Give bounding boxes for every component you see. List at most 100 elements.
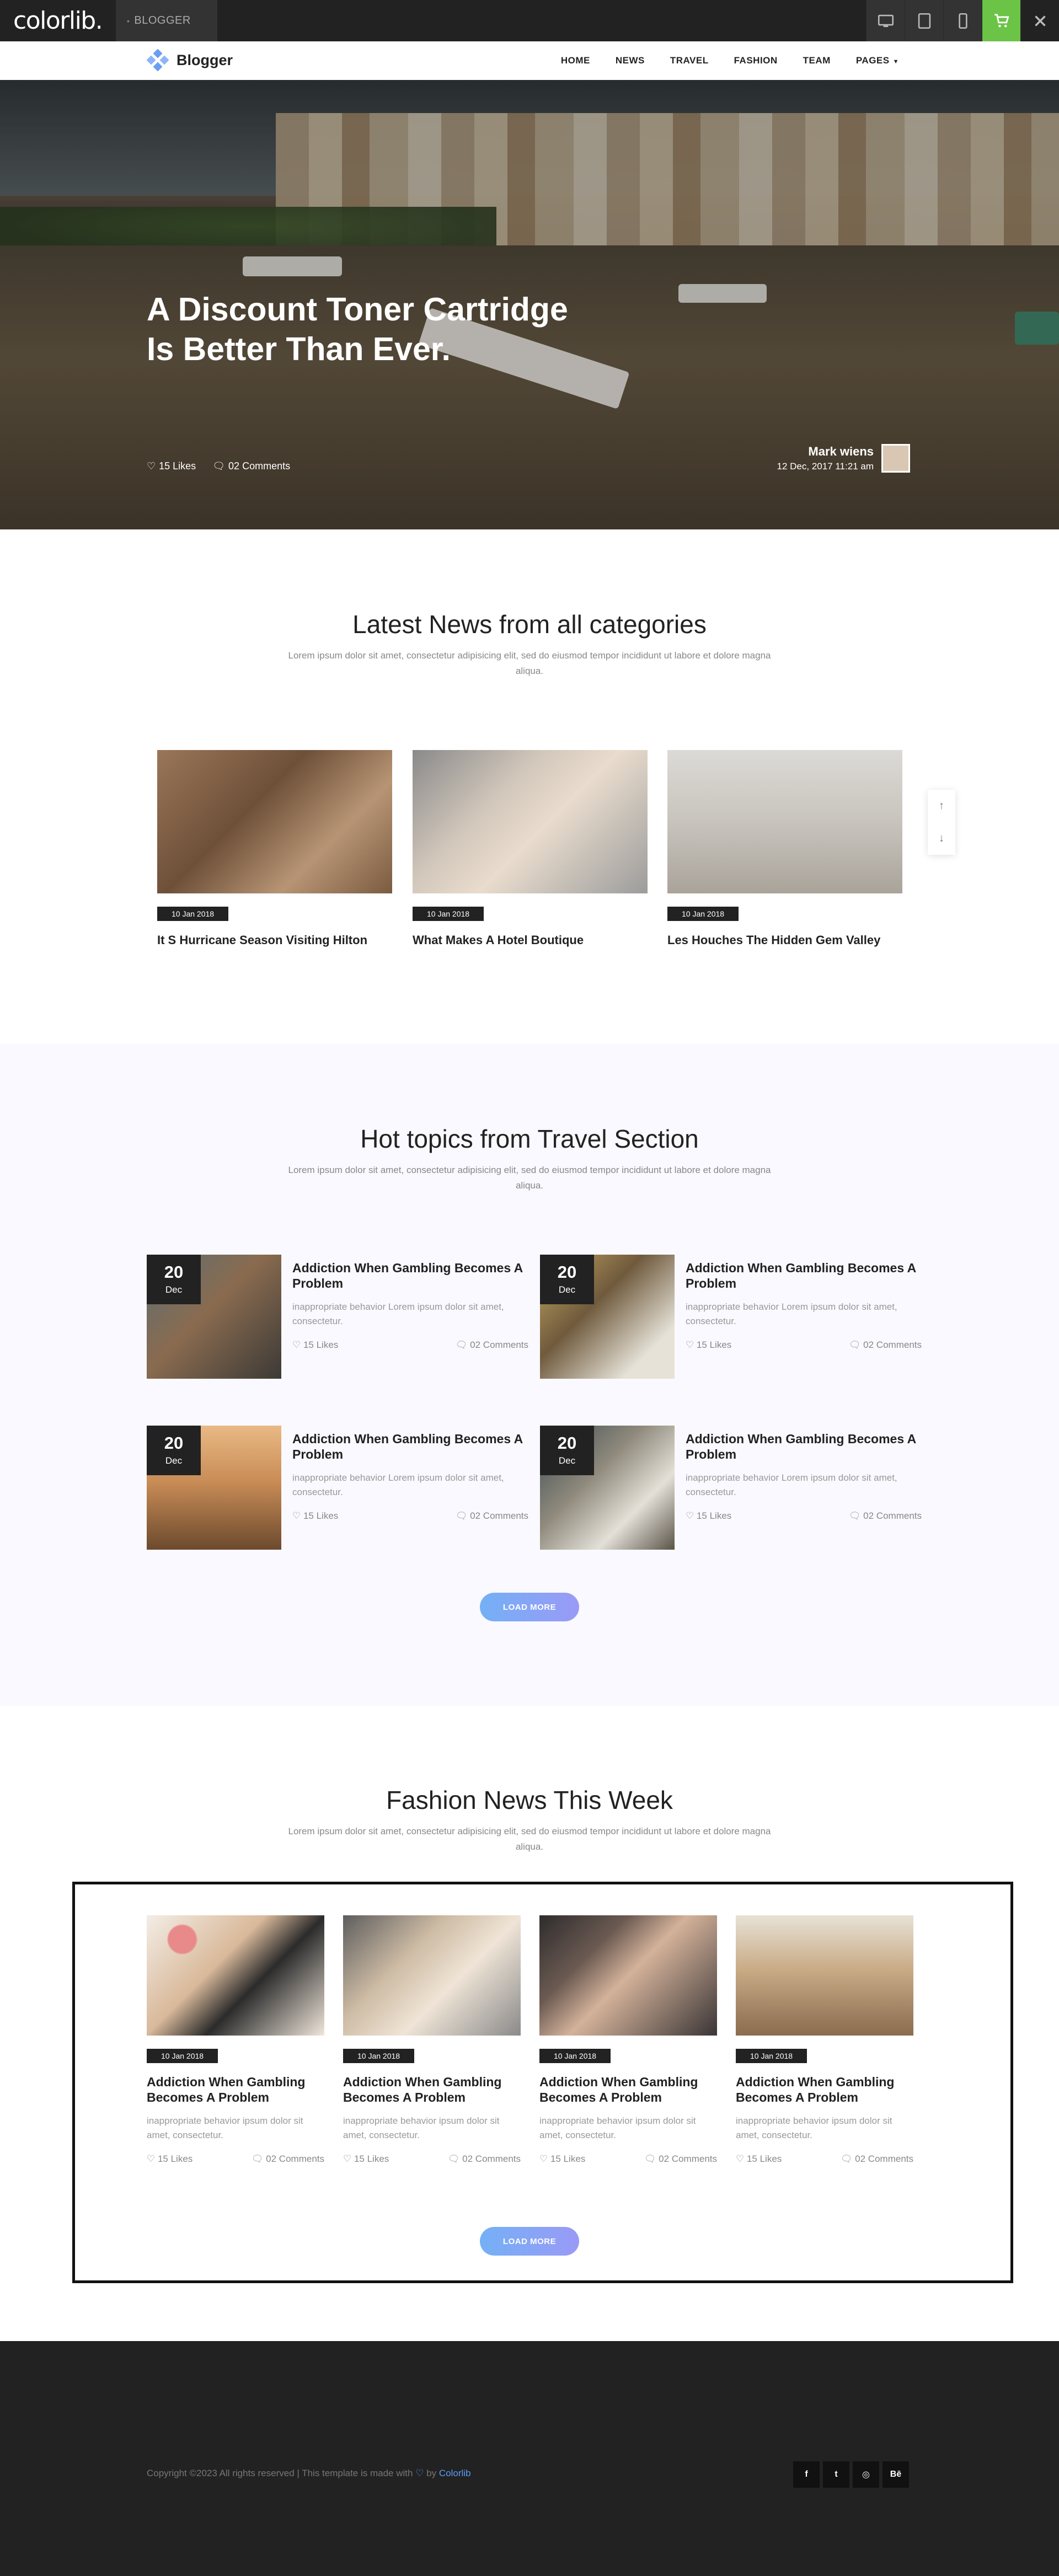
topic-likes[interactable]: ♡ 15 Likes bbox=[292, 1511, 338, 1522]
close-preview-button[interactable] bbox=[1020, 0, 1059, 41]
colorlib-link[interactable]: Colorlib bbox=[439, 2468, 471, 2478]
heart-icon: ♡ bbox=[343, 2154, 354, 2164]
date-badge: 10 Jan 2018 bbox=[343, 2049, 415, 2063]
topic-comments[interactable]: 🗨 02 Comments bbox=[456, 1340, 528, 1351]
news-card-title[interactable]: What Makes A Hotel Boutique bbox=[413, 933, 648, 947]
news-card[interactable]: 10 Jan 2018 What Makes A Hotel Boutique bbox=[413, 750, 648, 947]
fashion-card-image[interactable] bbox=[736, 1915, 913, 2036]
theme-dot-icon: • bbox=[127, 16, 130, 25]
fashion-likes-text: 15 Likes bbox=[550, 2154, 586, 2164]
news-card-image[interactable] bbox=[157, 750, 392, 893]
topic-card[interactable]: 20 Dec Addiction When Gambling Becomes A … bbox=[540, 1255, 922, 1379]
fashion-card[interactable]: 10 Jan 2018 Addiction When Gambling Beco… bbox=[343, 1915, 521, 2165]
news-card[interactable]: 10 Jan 2018 It S Hurricane Season Visiti… bbox=[157, 750, 392, 947]
fashion-card-title[interactable]: Addiction When Gambling Becomes A Proble… bbox=[736, 2074, 913, 2105]
topic-comments-text: 02 Comments bbox=[470, 1340, 528, 1350]
fashion-card[interactable]: 10 Jan 2018 Addiction When Gambling Beco… bbox=[147, 1915, 324, 2165]
fashion-likes[interactable]: ♡ 15 Likes bbox=[736, 2154, 782, 2165]
topic-month: Dec bbox=[558, 1455, 576, 1466]
hero-title-line: Is Better Than Ever. bbox=[147, 331, 451, 367]
menu-item-home[interactable]: HOME bbox=[561, 55, 590, 66]
menu-item-fashion[interactable]: FASHION bbox=[734, 55, 778, 66]
topic-excerpt: inappropriate behavior Lorem ipsum dolor… bbox=[292, 1472, 504, 1497]
preview-topbar: colorlib. • BLOGGER bbox=[0, 0, 1059, 41]
heart-icon: ♡ bbox=[415, 2468, 424, 2478]
topic-title[interactable]: Addiction When Gambling Becomes A Proble… bbox=[292, 1431, 528, 1462]
cart-icon bbox=[994, 13, 1009, 27]
news-card[interactable]: 10 Jan 2018 Les Houches The Hidden Gem V… bbox=[667, 750, 902, 947]
fashion-card-image[interactable] bbox=[539, 1915, 717, 2036]
menu-item-travel[interactable]: TRAVEL bbox=[670, 55, 709, 66]
fashion-comments[interactable]: 🗨 02 Comments bbox=[448, 2154, 521, 2165]
fashion-card-image[interactable] bbox=[147, 1915, 324, 2036]
dribbble-icon[interactable]: ◎ bbox=[853, 2461, 879, 2488]
fashion-card-title[interactable]: Addiction When Gambling Becomes A Proble… bbox=[147, 2074, 324, 2105]
fashion-likes[interactable]: ♡ 15 Likes bbox=[343, 2154, 389, 2165]
arrow-down-icon[interactable]: ↓ bbox=[939, 832, 944, 845]
colorlib-logo[interactable]: colorlib. bbox=[13, 7, 103, 35]
topic-card[interactable]: 20 Dec Addiction When Gambling Becomes A … bbox=[147, 1255, 528, 1379]
hero-author: Mark wiens 12 Dec, 2017 11:21 am bbox=[777, 444, 910, 473]
fashion-likes-text: 15 Likes bbox=[746, 2154, 782, 2164]
news-card-title[interactable]: Les Houches The Hidden Gem Valley bbox=[667, 933, 902, 947]
fashion-comments[interactable]: 🗨 02 Comments bbox=[644, 2154, 717, 2165]
topic-excerpt: inappropriate behavior Lorem ipsum dolor… bbox=[686, 1302, 897, 1326]
menu-item-news[interactable]: NEWS bbox=[616, 55, 645, 66]
fashion-card[interactable]: 10 Jan 2018 Addiction When Gambling Beco… bbox=[736, 1915, 913, 2165]
fashion-card-image[interactable] bbox=[343, 1915, 521, 2036]
copyright-text: Copyright ©2023 All rights reserved | Th… bbox=[147, 2468, 471, 2479]
menu-item-pages[interactable]: PAGES ▼ bbox=[856, 55, 899, 66]
heart-icon: ♡ bbox=[736, 2154, 747, 2164]
topic-date-badge: 20 Dec bbox=[147, 1426, 201, 1475]
news-card-image[interactable] bbox=[667, 750, 902, 893]
arrow-up-icon[interactable]: ↑ bbox=[939, 800, 944, 812]
topic-card[interactable]: 20 Dec Addiction When Gambling Becomes A … bbox=[540, 1426, 922, 1550]
fashion-likes[interactable]: ♡ 15 Likes bbox=[147, 2154, 192, 2165]
desktop-view-button[interactable] bbox=[866, 0, 905, 41]
topic-title[interactable]: Addiction When Gambling Becomes A Proble… bbox=[686, 1431, 922, 1462]
brand-name: Blogger bbox=[176, 51, 233, 68]
mobile-view-button[interactable] bbox=[943, 0, 982, 41]
menu-item-team[interactable]: TEAM bbox=[803, 55, 831, 66]
comment-icon: 🗨 bbox=[212, 460, 226, 472]
topic-likes[interactable]: ♡ 15 Likes bbox=[292, 1340, 338, 1351]
topic-title[interactable]: Addiction When Gambling Becomes A Proble… bbox=[686, 1260, 922, 1291]
topic-comments[interactable]: 🗨 02 Comments bbox=[849, 1340, 922, 1351]
heart-icon: ♡ bbox=[686, 1340, 697, 1350]
topic-title[interactable]: Addiction When Gambling Becomes A Proble… bbox=[292, 1260, 528, 1291]
tablet-view-button[interactable] bbox=[905, 0, 943, 41]
hero-title[interactable]: A Discount Toner Cartridge Is Better Tha… bbox=[147, 290, 643, 369]
carousel-controls: ↑ ↓ bbox=[928, 790, 955, 855]
fashion-section-title: Fashion News This Week bbox=[386, 1786, 673, 1814]
load-more-button[interactable]: LOAD MORE bbox=[480, 1593, 579, 1621]
fashion-card-title[interactable]: Addiction When Gambling Becomes A Proble… bbox=[343, 2074, 521, 2105]
load-more-button[interactable]: LOAD MORE bbox=[480, 2227, 579, 2256]
fashion-card-title[interactable]: Addiction When Gambling Becomes A Proble… bbox=[539, 2074, 717, 2105]
site-brand[interactable]: Blogger bbox=[147, 49, 233, 71]
topic-day: 20 bbox=[557, 1262, 577, 1282]
facebook-icon[interactable]: f bbox=[793, 2461, 820, 2488]
topic-likes-text: 15 Likes bbox=[696, 1511, 732, 1521]
comment-icon: 🗨 bbox=[447, 2154, 463, 2164]
hero-banner: A Discount Toner Cartridge Is Better Tha… bbox=[0, 80, 1059, 529]
twitter-icon[interactable]: t bbox=[823, 2461, 849, 2488]
topic-likes[interactable]: ♡ 15 Likes bbox=[686, 1340, 731, 1351]
buy-button[interactable] bbox=[982, 0, 1020, 41]
hero-likes[interactable]: ♡ 15 Likes bbox=[147, 460, 196, 472]
topic-comments[interactable]: 🗨 02 Comments bbox=[849, 1511, 922, 1522]
fashion-comments[interactable]: 🗨 02 Comments bbox=[252, 2154, 324, 2165]
tablet-icon bbox=[918, 13, 930, 29]
behance-icon[interactable]: Bē bbox=[882, 2461, 909, 2488]
theme-selector[interactable]: • BLOGGER bbox=[116, 0, 217, 41]
topic-comments-text: 02 Comments bbox=[863, 1340, 922, 1350]
author-name[interactable]: Mark wiens bbox=[777, 444, 874, 459]
news-card-title[interactable]: It S Hurricane Season Visiting Hilton bbox=[157, 933, 392, 947]
fashion-card[interactable]: 10 Jan 2018 Addiction When Gambling Beco… bbox=[539, 1915, 717, 2165]
topic-card[interactable]: 20 Dec Addiction When Gambling Becomes A … bbox=[147, 1426, 528, 1550]
topic-comments[interactable]: 🗨 02 Comments bbox=[456, 1511, 528, 1522]
news-card-image[interactable] bbox=[413, 750, 648, 893]
topic-likes[interactable]: ♡ 15 Likes bbox=[686, 1511, 731, 1522]
hero-comments[interactable]: 🗨 02 Comments bbox=[212, 460, 290, 472]
fashion-likes[interactable]: ♡ 15 Likes bbox=[539, 2154, 585, 2165]
fashion-comments[interactable]: 🗨 02 Comments bbox=[841, 2154, 913, 2165]
